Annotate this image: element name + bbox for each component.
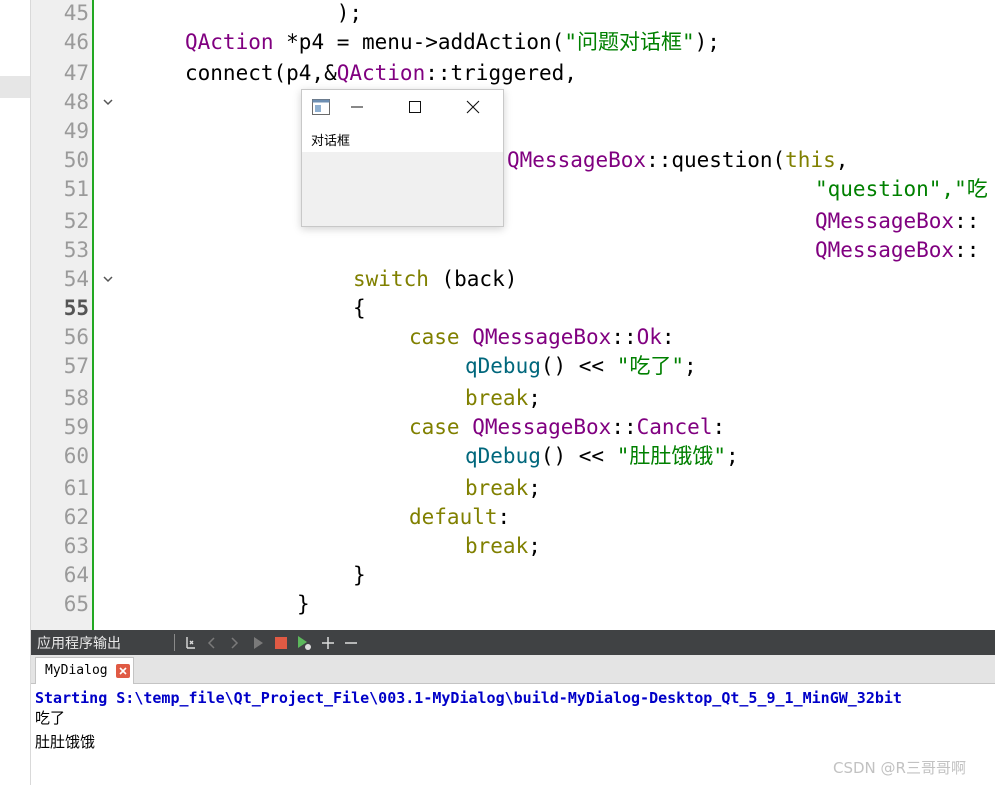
line-number: 56 — [63, 325, 89, 349]
line-number: 60 — [63, 444, 89, 468]
close-icon — [466, 100, 480, 114]
code-line: ); — [185, 1, 363, 25]
prev-icon — [207, 636, 215, 649]
line-number: 57 — [63, 354, 89, 378]
output-line: 肚肚饿饿 — [35, 733, 96, 751]
minimize-button[interactable] — [343, 96, 371, 118]
line-number: 46 — [63, 30, 89, 54]
output-tab-mydialog[interactable]: MyDialog — [35, 657, 134, 684]
close-button[interactable] — [459, 96, 487, 118]
watermark: CSDN @R三哥哥啊 — [833, 759, 966, 777]
line-number: 54 — [63, 267, 89, 291]
zoom-out-icon — [345, 641, 357, 644]
line-number: 63 — [63, 534, 89, 558]
line-number: 50 — [63, 148, 89, 172]
code-line: QAction *p4 = menu->addAction("问题对话框"); — [185, 30, 720, 54]
line-number: 52 — [63, 209, 89, 233]
line-number: 47 — [63, 61, 89, 85]
app-window-icon — [312, 99, 330, 115]
code-line: { — [353, 296, 366, 320]
code-line: break; — [465, 534, 541, 558]
code-line: case QMessageBox::Cancel: — [409, 415, 726, 439]
dialog-title: 对话框 — [311, 134, 351, 149]
code-line: default: — [409, 505, 511, 529]
code-editor[interactable]: 45 46 47 48 49 50 51 52 53 54 55 56 57 5… — [31, 0, 995, 630]
debug-run-button[interactable] — [295, 633, 313, 652]
fold-column — [94, 0, 124, 630]
code-line: switch (back) — [353, 267, 518, 291]
line-number: 48 — [63, 90, 89, 114]
fold-chevron-icon[interactable] — [101, 95, 115, 109]
code-line: "question","吃 — [815, 177, 988, 201]
line-number: 61 — [63, 476, 89, 500]
code-line: } — [353, 563, 366, 587]
close-icon — [119, 667, 127, 675]
code-line: break; — [465, 476, 541, 500]
line-number: 49 — [63, 119, 89, 143]
tab-close-button[interactable] — [116, 664, 130, 678]
code-line: connect(p4,&QAction::triggered, — [185, 61, 577, 85]
next-icon — [231, 636, 239, 649]
stop-icon — [275, 636, 287, 649]
debug-run-icon — [298, 635, 311, 650]
dialog-window[interactable]: 对话框 — [301, 89, 504, 227]
run-button[interactable] — [249, 633, 267, 652]
code-line: qDebug() << "吃了"; — [465, 354, 697, 378]
line-number: 62 — [63, 505, 89, 529]
output-line-starting: Starting S:\temp_file\Qt_Project_File\00… — [35, 689, 902, 707]
line-number: 58 — [63, 386, 89, 410]
output-tab-label: MyDialog — [45, 663, 108, 678]
line-number: 53 — [63, 238, 89, 262]
fold-chevron-icon[interactable] — [101, 272, 115, 286]
code-line: QMessageBox::question(this, — [507, 148, 849, 172]
line-number: 65 — [63, 592, 89, 616]
line-number: 59 — [63, 415, 89, 439]
stop-button[interactable] — [272, 633, 290, 652]
line-number: 51 — [63, 177, 89, 201]
zoom-in-button[interactable] — [319, 633, 337, 652]
next-button[interactable] — [225, 633, 243, 652]
left-window-marker — [0, 76, 30, 98]
toolbar-separator — [174, 634, 175, 651]
line-number: 64 — [63, 563, 89, 587]
attach-debugger-button[interactable] — [182, 633, 200, 652]
output-panel-header: 应用程序输出 — [31, 630, 995, 655]
code-line: QMessageBox:: — [815, 238, 980, 262]
maximize-button[interactable] — [401, 96, 429, 118]
attach-debugger-icon — [186, 636, 195, 649]
minimize-icon — [351, 106, 363, 108]
line-number: 45 — [63, 1, 89, 25]
code-line: qDebug() << "肚肚饿饿"; — [465, 444, 739, 468]
run-icon — [254, 636, 263, 649]
output-tab-bar: MyDialog — [31, 655, 995, 684]
left-window-edge — [0, 0, 31, 785]
output-panel-title: 应用程序输出 — [37, 636, 121, 652]
zoom-out-button[interactable] — [342, 633, 360, 652]
dialog-titlebar[interactable]: 对话框 — [302, 90, 503, 152]
maximize-icon — [409, 101, 421, 113]
output-line: 吃了 — [35, 709, 66, 727]
code-line: break; — [465, 386, 541, 410]
prev-button[interactable] — [203, 633, 221, 652]
code-line: case QMessageBox::Ok: — [409, 325, 675, 349]
code-line: } — [297, 592, 310, 616]
line-number-current: 55 — [63, 296, 89, 320]
zoom-in-icon — [322, 636, 334, 649]
code-line: QMessageBox:: — [815, 209, 980, 233]
